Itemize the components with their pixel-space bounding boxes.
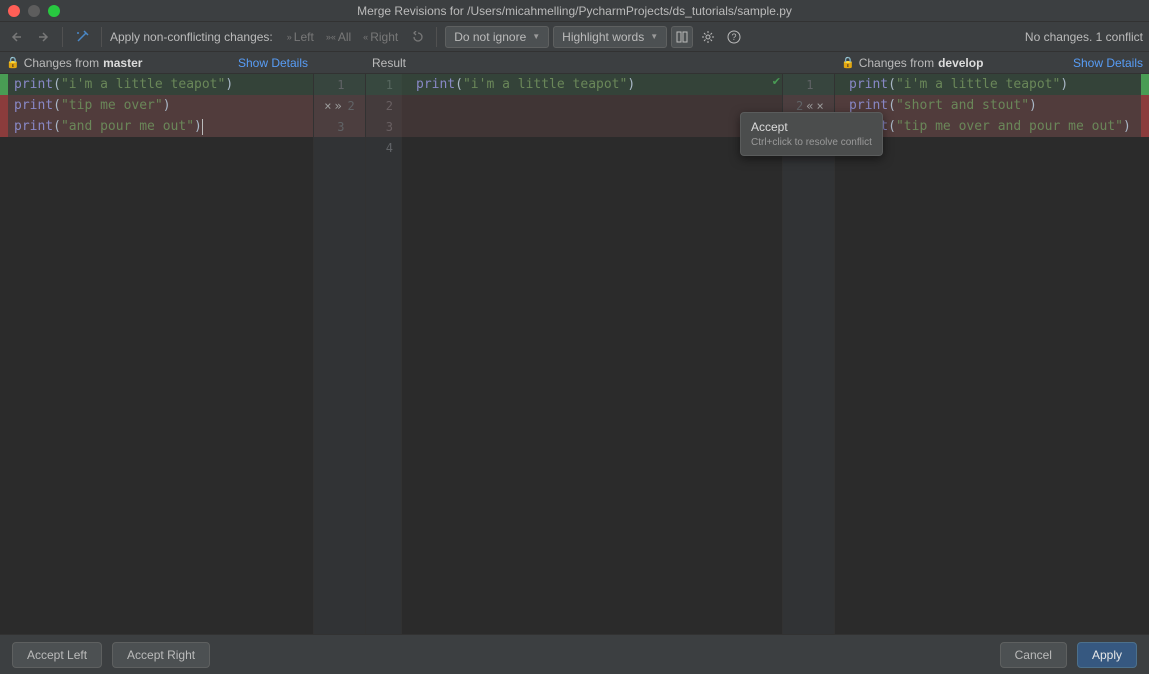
accept-left-button[interactable]: Accept Left <box>12 642 102 668</box>
pane-headers: 🔒 Changes from master Show Details Resul… <box>0 52 1149 74</box>
left-pane[interactable]: print("i'm a little teapot")✔print("tip … <box>0 74 314 634</box>
show-details-left[interactable]: Show Details <box>238 56 308 70</box>
lock-icon: 🔒 <box>841 56 855 69</box>
accepted-check-icon: ✔ <box>772 75 781 88</box>
toolbar: Apply non-conflicting changes: »Left »«A… <box>0 22 1149 52</box>
show-details-right[interactable]: Show Details <box>1073 56 1143 70</box>
rollback-icon[interactable] <box>406 26 428 48</box>
apply-label: Apply non-conflicting changes: <box>110 30 273 44</box>
line-number: 1 <box>335 78 345 92</box>
close-window-icon[interactable] <box>8 5 20 17</box>
result-pane[interactable]: 1234 print("i'm a little teapot") ✔ <box>366 74 783 634</box>
apply-all-button[interactable]: »«All <box>322 28 355 46</box>
cancel-button[interactable]: Cancel <box>1000 642 1067 668</box>
minimize-window-icon[interactable] <box>28 5 40 17</box>
footer: Accept Left Accept Right Cancel Apply <box>0 634 1149 674</box>
line-number: 1 <box>804 78 814 92</box>
accepted-check-icon: ✔ <box>1 75 8 88</box>
apply-right-button[interactable]: «Right <box>359 28 402 46</box>
apply-left-button[interactable]: »Left <box>283 28 318 46</box>
ignore-dropdown[interactable]: Do not ignore▼ <box>445 26 549 48</box>
gutter-row: 1 <box>314 74 365 95</box>
accept-tooltip: Accept Ctrl+click to resolve conflict <box>740 112 883 156</box>
gutter-right: 12« × <box>783 74 835 634</box>
highlight-dropdown[interactable]: Highlight words▼ <box>553 26 667 48</box>
code-line[interactable]: print("i'm a little teapot")✔ <box>0 74 313 95</box>
right-pane[interactable]: print("i'm a little teapot")✔print("shor… <box>835 74 1149 634</box>
line-number: 3 <box>335 120 345 134</box>
line-number: 2 <box>793 99 803 113</box>
code-line[interactable] <box>366 137 782 158</box>
toggle-layout-icon[interactable] <box>671 26 693 48</box>
code-line[interactable]: print("i'm a little teapot") <box>366 74 782 95</box>
gutter-left: 1 × »23 <box>314 74 366 634</box>
tooltip-subtitle: Ctrl+click to resolve conflict <box>751 137 872 148</box>
right-header: 🔒 Changes from develop Show Details <box>835 52 1149 73</box>
svg-text:?: ? <box>732 32 737 42</box>
status-text: No changes. 1 conflict <box>1025 30 1143 44</box>
apply-button[interactable]: Apply <box>1077 642 1137 668</box>
settings-icon[interactable] <box>697 26 719 48</box>
window-title: Merge Revisions for /Users/micahmelling/… <box>357 4 792 18</box>
maximize-window-icon[interactable] <box>48 5 60 17</box>
accept-change-icon[interactable]: « <box>806 99 813 113</box>
gutter-row: 3 <box>314 116 365 137</box>
magic-resolve-icon[interactable] <box>71 26 93 48</box>
code-line[interactable]: print("i'm a little teapot")✔ <box>835 74 1149 95</box>
next-change-icon[interactable] <box>32 26 54 48</box>
accept-right-button[interactable]: Accept Right <box>112 642 210 668</box>
lock-icon: 🔒 <box>6 56 20 69</box>
tooltip-title: Accept <box>751 120 872 134</box>
code-line[interactable]: print("and pour me out") <box>0 116 313 137</box>
prev-change-icon[interactable] <box>6 26 28 48</box>
left-header: 🔒 Changes from master Show Details <box>0 52 314 73</box>
reject-change-icon[interactable]: × <box>817 99 824 113</box>
code-line[interactable] <box>366 116 782 137</box>
help-icon[interactable]: ? <box>723 26 745 48</box>
editor-area: print("i'm a little teapot")✔print("tip … <box>0 74 1149 634</box>
code-line[interactable]: print("tip me over") <box>0 95 313 116</box>
accept-change-icon[interactable]: » <box>335 99 342 113</box>
result-header: Result <box>366 52 783 73</box>
line-number: 2 <box>345 99 355 113</box>
reject-change-icon[interactable]: × <box>324 99 331 113</box>
titlebar: Merge Revisions for /Users/micahmelling/… <box>0 0 1149 22</box>
gutter-row: × »2 <box>314 95 365 116</box>
code-line[interactable] <box>366 95 782 116</box>
gutter-row: 1 <box>783 74 834 95</box>
